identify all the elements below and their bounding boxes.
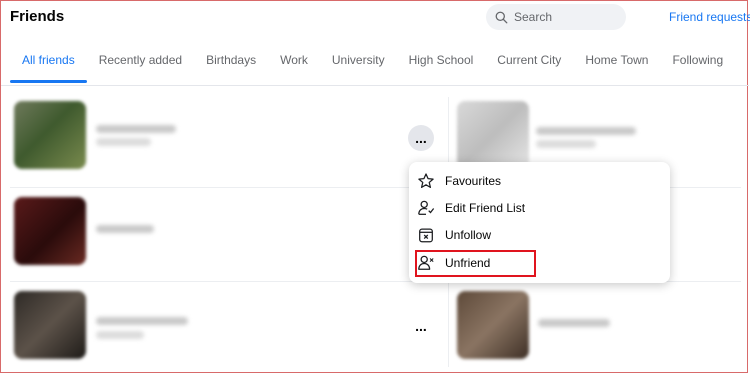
- search-placeholder: Search: [514, 10, 553, 24]
- tab-recently-added[interactable]: Recently added: [87, 47, 194, 77]
- menu-item-edit-friend-list[interactable]: Edit Friend List: [417, 196, 525, 220]
- friends-tabs: All friends Recently added Birthdays Wor…: [10, 47, 735, 83]
- friend-avatar[interactable]: [457, 291, 529, 359]
- row-divider: [10, 281, 440, 282]
- tab-birthdays[interactable]: Birthdays: [194, 47, 268, 77]
- friend-name-blurred: [536, 127, 636, 135]
- more-options-button[interactable]: ...: [408, 313, 434, 339]
- more-options-button[interactable]: ...: [408, 125, 434, 151]
- friend-name-blurred: [96, 225, 154, 233]
- tab-home-town[interactable]: Home Town: [573, 47, 660, 77]
- more-icon: ...: [415, 318, 427, 334]
- friend-avatar[interactable]: [14, 101, 86, 169]
- friend-meta-blurred: [96, 138, 151, 146]
- more-icon: ...: [415, 130, 427, 146]
- edit-person-icon: [418, 200, 435, 215]
- friend-name-blurred: [538, 319, 610, 327]
- tab-current-city[interactable]: Current City: [485, 47, 573, 77]
- menu-item-favourites[interactable]: Favourites: [417, 169, 501, 193]
- friend-avatar[interactable]: [457, 101, 529, 169]
- tab-work[interactable]: Work: [268, 47, 320, 77]
- menu-item-label: Unfollow: [445, 228, 492, 242]
- tab-following[interactable]: Following: [660, 47, 735, 77]
- friend-name-blurred: [96, 125, 176, 133]
- page-title: Friends: [10, 8, 65, 25]
- unfriend-highlight-box: [415, 250, 536, 277]
- menu-item-unfollow[interactable]: Unfollow: [417, 223, 491, 247]
- friends-page: Friends Search Friend requests All frien…: [0, 0, 750, 373]
- tabs-divider: [1, 85, 749, 86]
- tab-all-friends[interactable]: All friends: [10, 47, 87, 83]
- menu-item-label: Edit Friend List: [445, 201, 526, 215]
- menu-item-label: Favourites: [445, 174, 502, 188]
- friend-name-blurred: [96, 317, 188, 325]
- search-input[interactable]: Search: [486, 4, 626, 30]
- friend-requests-link[interactable]: Friend requests: [669, 10, 750, 24]
- friend-avatar[interactable]: [14, 197, 86, 265]
- friend-meta-blurred: [536, 140, 596, 148]
- search-icon: [495, 11, 508, 23]
- row-divider: [10, 187, 440, 188]
- tab-university[interactable]: University: [320, 47, 397, 77]
- friend-meta-blurred: [96, 331, 144, 339]
- unfollow-icon: [419, 228, 433, 243]
- tab-high-school[interactable]: High School: [397, 47, 486, 77]
- star-icon: [418, 173, 434, 189]
- friend-avatar[interactable]: [14, 291, 86, 359]
